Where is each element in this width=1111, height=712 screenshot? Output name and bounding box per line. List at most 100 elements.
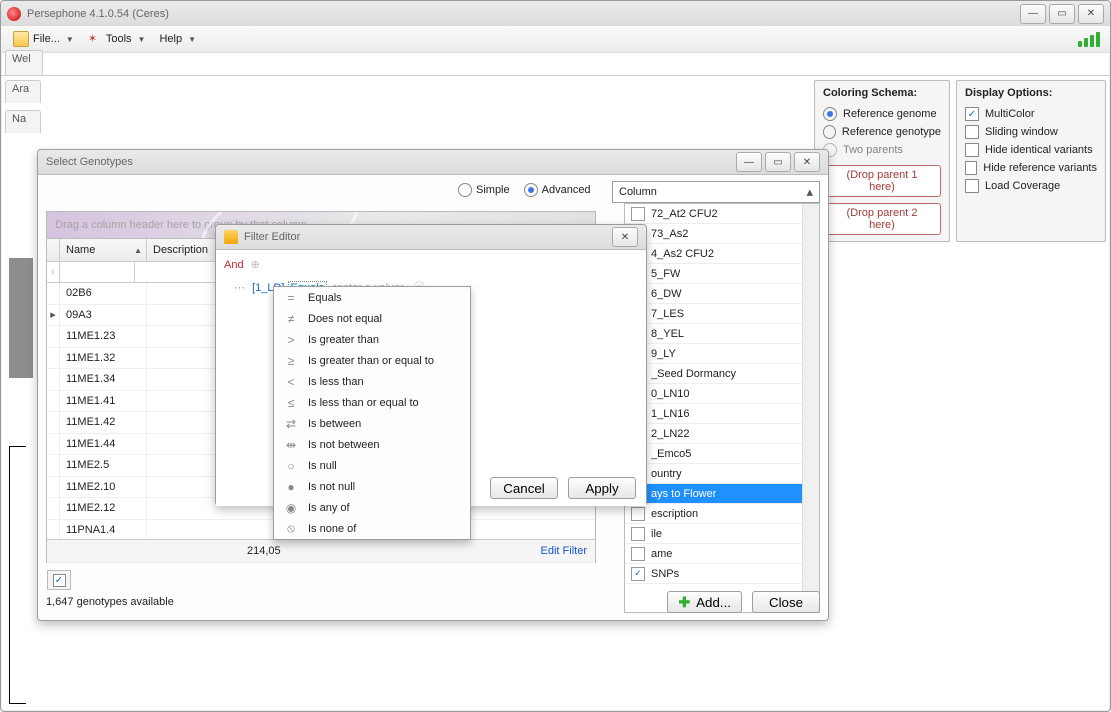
close-button[interactable]: Close: [752, 591, 820, 613]
column-item[interactable]: 72_At2 CFU2: [625, 204, 819, 224]
cancel-button[interactable]: Cancel: [490, 477, 558, 499]
radio-reference-genome[interactable]: Reference genome: [823, 105, 941, 123]
operator-item[interactable]: <Is less than: [274, 371, 470, 392]
column-item[interactable]: 0_LN10: [625, 384, 819, 404]
tab-welcome[interactable]: Wel: [5, 50, 43, 75]
tools-icon: [88, 32, 102, 46]
plus-icon: ✚: [678, 594, 690, 611]
check-load-coverage[interactable]: Load Coverage: [965, 177, 1097, 195]
column-item[interactable]: ile: [625, 524, 819, 544]
maximize-button[interactable]: ▭: [1049, 4, 1075, 24]
checkbox-icon: ✓: [53, 574, 66, 587]
grid-selection-margin: [9, 258, 33, 378]
column-item[interactable]: 1_LN16: [625, 404, 819, 424]
operator-item[interactable]: ≥Is greater than or equal to: [274, 350, 470, 371]
column-item[interactable]: 6_DW: [625, 284, 819, 304]
drop-parent-2[interactable]: (Drop parent 2 here): [823, 203, 941, 235]
row-marker: [47, 326, 60, 347]
tools-menu[interactable]: Tools ▼: [82, 30, 152, 48]
column-item[interactable]: 5_FW: [625, 264, 819, 284]
operator-item[interactable]: ≤Is less than or equal to: [274, 392, 470, 413]
tab-na[interactable]: Na: [5, 110, 41, 133]
file-menu[interactable]: File... ▼: [7, 29, 80, 49]
column-item[interactable]: 7_LES: [625, 304, 819, 324]
operator-label: Is between: [308, 418, 361, 430]
operator-label: Is null: [308, 460, 337, 472]
column-item[interactable]: ame: [625, 544, 819, 564]
dialog-minimize-button[interactable]: —: [736, 152, 762, 172]
column-combo[interactable]: Column ▴: [612, 181, 820, 203]
column-item[interactable]: 73_As2: [625, 224, 819, 244]
cell-name: 11ME1.32: [60, 348, 147, 369]
close-button[interactable]: ✕: [1078, 4, 1104, 24]
operator-icon: ≠: [284, 312, 298, 326]
column-item[interactable]: 4_As2 CFU2: [625, 244, 819, 264]
operator-icon: <: [284, 375, 298, 389]
column-item[interactable]: ✓SNPs: [625, 564, 819, 584]
minimize-button[interactable]: —: [1020, 4, 1046, 24]
column-item[interactable]: 2_LN22: [625, 424, 819, 444]
column-item[interactable]: escription: [625, 504, 819, 524]
column-item[interactable]: 8_YEL: [625, 324, 819, 344]
operator-icon: ●: [284, 480, 298, 494]
check-hide-identical[interactable]: Hide identical variants: [965, 141, 1097, 159]
operator-item[interactable]: ◉Is any of: [274, 497, 470, 518]
add-condition-icon[interactable]: ⊕: [251, 259, 260, 271]
add-button[interactable]: ✚Add...: [667, 591, 742, 613]
row-marker: ▸: [47, 305, 60, 326]
check-sliding-window[interactable]: Sliding window: [965, 123, 1097, 141]
help-menu[interactable]: Help ▼: [153, 31, 202, 47]
column-item[interactable]: _Emco5: [625, 444, 819, 464]
radio-two-parents[interactable]: Two parents: [823, 141, 941, 159]
apply-button[interactable]: Apply: [568, 477, 636, 499]
check-hide-reference[interactable]: Hide reference variants: [965, 159, 1097, 177]
grid-col-name[interactable]: Name▲: [60, 239, 147, 261]
column-item-label: 4_As2 CFU2: [651, 248, 714, 260]
column-item[interactable]: 9_LY: [625, 344, 819, 364]
operator-item[interactable]: ⇹Is not between: [274, 434, 470, 455]
radio-icon: [823, 107, 837, 121]
column-list[interactable]: 72_At2 CFU2 73_As2 4_As2 CFU2 5_FW6_DW7_LES…: [624, 203, 820, 613]
select-all-checkbox[interactable]: ✓: [47, 570, 71, 590]
radio-simple[interactable]: Simple: [458, 183, 510, 197]
dialog-maximize-button[interactable]: ▭: [765, 152, 791, 172]
row-marker: [47, 434, 60, 455]
filter-editor-close-button[interactable]: ✕: [612, 227, 638, 247]
cell-name: 11ME1.34: [60, 369, 147, 390]
operator-icon: ◉: [284, 501, 298, 515]
column-item[interactable]: ountry: [625, 464, 819, 484]
dialog-titlebar: Select Genotypes — ▭ ✕: [38, 150, 828, 175]
radio-reference-genotype[interactable]: Reference genotype: [823, 123, 941, 141]
track-edge: [9, 446, 26, 704]
operator-menu[interactable]: =Equals≠Does not equal>Is greater than≥I…: [273, 286, 471, 540]
column-item-label: 2_LN22: [651, 428, 690, 440]
operator-item[interactable]: =Equals: [274, 287, 470, 308]
operator-item[interactable]: >Is greater than: [274, 329, 470, 350]
root-and-node[interactable]: And: [224, 259, 244, 271]
radio-icon: [458, 183, 472, 197]
radio-advanced[interactable]: Advanced: [524, 183, 591, 197]
filter-icon: ♀: [47, 262, 60, 282]
tab-ara[interactable]: Ara: [5, 80, 41, 103]
right-panels: Coloring Schema: Reference genome Refere…: [814, 80, 1106, 242]
column-item-label: ame: [651, 548, 672, 560]
check-multicolor[interactable]: ✓MultiColor: [965, 105, 1097, 123]
operator-item[interactable]: ⇄Is between: [274, 413, 470, 434]
operator-item[interactable]: ○Is null: [274, 455, 470, 476]
dialog-title: Select Genotypes: [46, 156, 133, 168]
edit-filter-link[interactable]: Edit Filter: [541, 545, 587, 557]
column-item[interactable]: _Seed Dormancy: [625, 364, 819, 384]
operator-item[interactable]: ●Is not null: [274, 476, 470, 497]
column-item[interactable]: ays to Flower: [625, 484, 819, 504]
scrollbar[interactable]: [802, 204, 819, 612]
operator-icon: =: [284, 291, 298, 305]
chevron-down-icon: ▼: [66, 35, 74, 44]
dialog-close-button[interactable]: ✕: [794, 152, 820, 172]
display-options-panel: Display Options: ✓MultiColor Sliding win…: [956, 80, 1106, 242]
operator-item[interactable]: ≠Does not equal: [274, 308, 470, 329]
column-item-label: 72_At2 CFU2: [651, 208, 718, 220]
cell-name: 11ME2.10: [60, 477, 147, 498]
operator-item[interactable]: ⦸Is none of: [274, 518, 470, 539]
filter-icon: [224, 230, 238, 244]
drop-parent-1[interactable]: (Drop parent 1 here): [823, 165, 941, 197]
